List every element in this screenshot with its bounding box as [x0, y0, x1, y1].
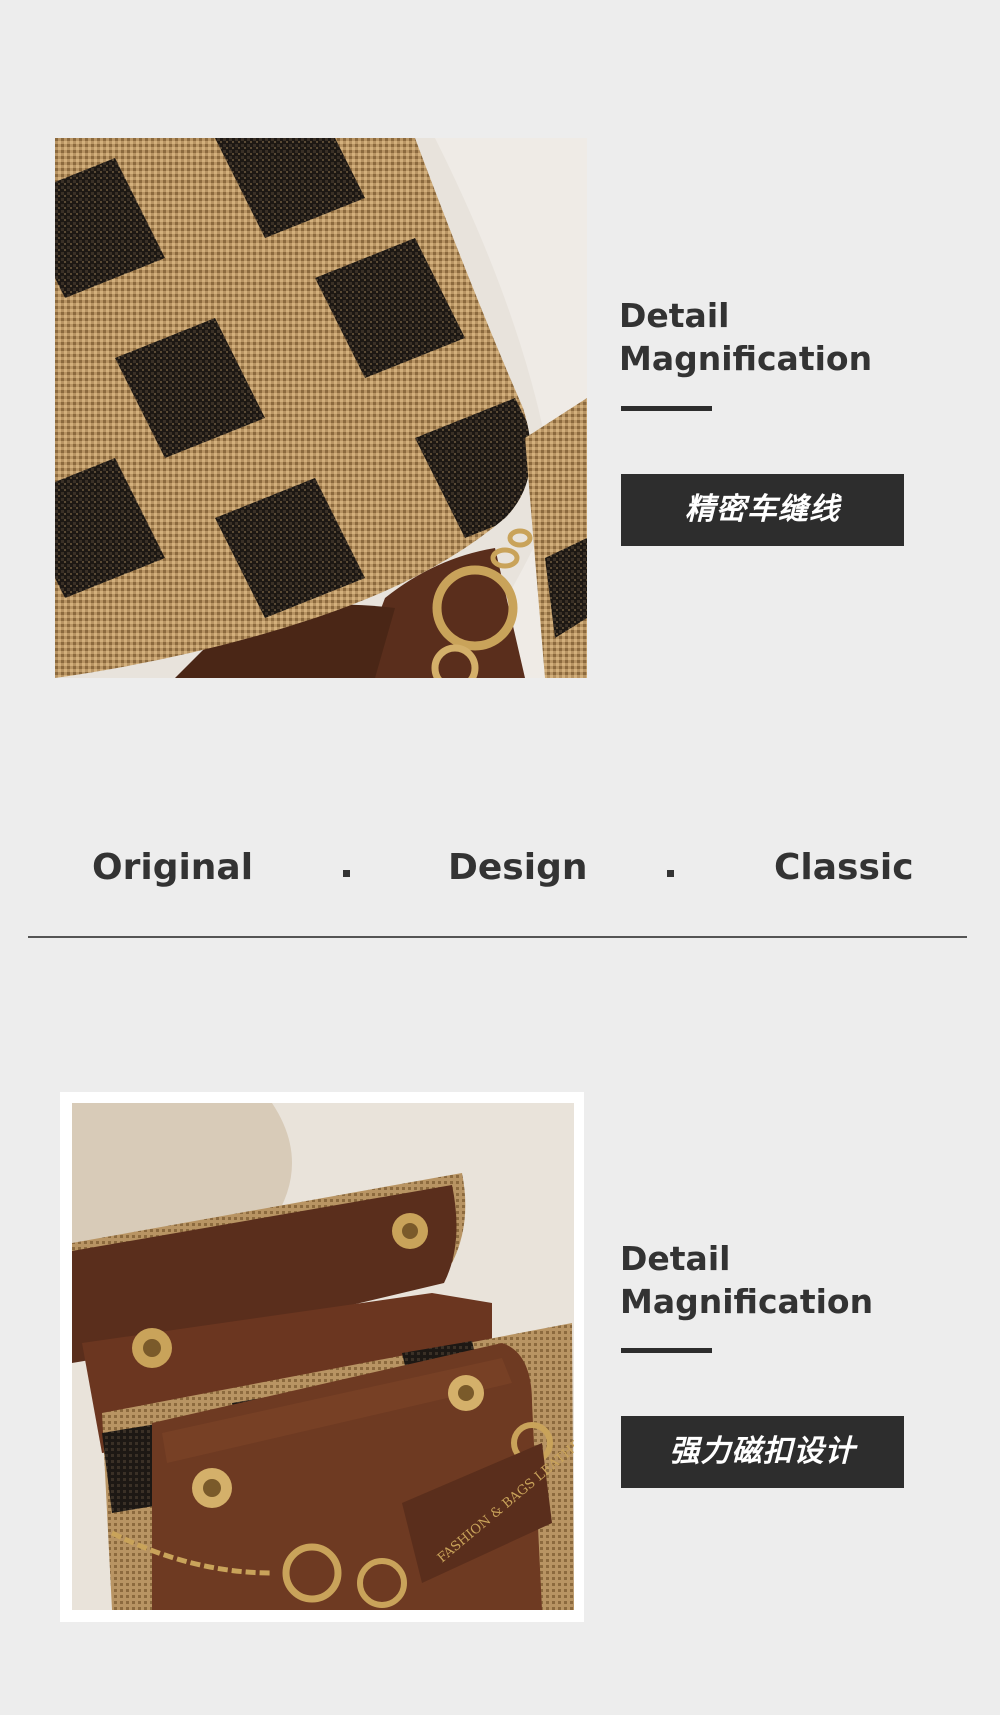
- slogan-classic: Classic: [774, 847, 914, 888]
- section1-heading: Detail Magnification: [619, 294, 872, 380]
- section-divider: [28, 936, 967, 938]
- section2-heading: Detail Magnification: [620, 1237, 873, 1323]
- stitching-detail-photo: [55, 138, 587, 678]
- slogan-design: Design: [448, 847, 588, 888]
- section1-feature-tag: 精密车缝线: [621, 474, 904, 546]
- section2-heading-line1: Detail: [620, 1239, 731, 1278]
- slogan-separator-dot: [667, 870, 674, 877]
- section1-accent-rule: [621, 406, 712, 411]
- section1-heading-line1: Detail: [619, 296, 730, 335]
- slogan-original: Original: [92, 847, 254, 888]
- section2-accent-rule: [621, 1348, 712, 1353]
- section1-heading-line2: Magnification: [619, 339, 873, 378]
- section2-feature-tag: 强力磁扣设计: [621, 1416, 904, 1488]
- magnetic-clasp-photo: FASHION & BAGS LEATHER: [72, 1103, 574, 1610]
- section2-heading-line2: Magnification: [620, 1282, 874, 1321]
- slogan-separator-dot: [343, 870, 350, 877]
